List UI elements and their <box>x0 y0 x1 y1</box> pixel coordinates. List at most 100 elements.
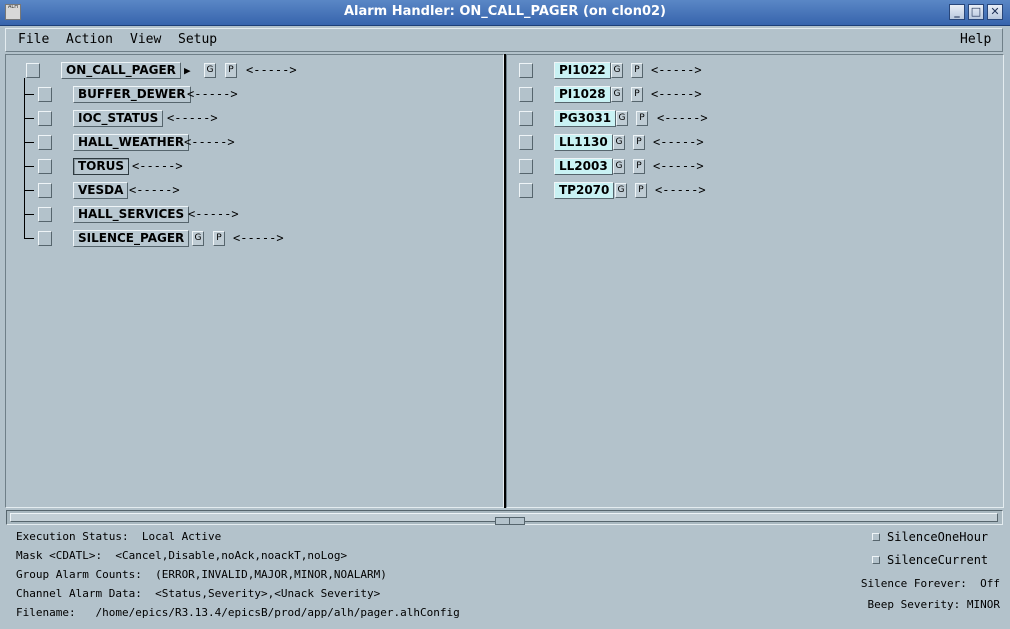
process-button[interactable]: P <box>635 183 647 198</box>
channel-row[interactable]: PI1022 G P <-----> <box>507 62 997 80</box>
menu-action[interactable]: Action <box>66 32 113 47</box>
alarm-status-text: <-----> <box>653 159 704 173</box>
ack-button[interactable] <box>38 183 52 198</box>
guidance-button[interactable]: G <box>611 63 623 78</box>
channel-name-button[interactable]: PG3031 <box>554 110 617 127</box>
group-name-button[interactable]: HALL_WEATHER <box>73 134 190 151</box>
alarm-status-text: <-----> <box>655 183 706 197</box>
group-name-button-selected[interactable]: TORUS <box>73 158 130 175</box>
channel-row[interactable]: TP2070 G P <-----> <box>507 182 997 200</box>
alarm-status-text: <-----> <box>129 183 180 197</box>
window-title: Alarm Handler: ON_CALL_PAGER (on clon02) <box>343 4 666 19</box>
process-button[interactable]: P <box>631 87 643 102</box>
process-button[interactable]: P <box>633 135 645 150</box>
process-button[interactable]: P <box>636 111 648 126</box>
alarm-status-text: <-----> <box>132 159 183 173</box>
silence-current-toggle[interactable]: SilenceCurrent <box>872 553 1002 569</box>
alarm-status-text: <-----> <box>233 231 284 245</box>
ack-button[interactable] <box>38 111 52 126</box>
group-name-button[interactable]: ON_CALL_PAGER <box>61 62 181 79</box>
ack-button[interactable] <box>38 207 52 222</box>
silence-one-hour-label: SilenceOneHour <box>887 530 989 544</box>
channel-row[interactable]: PI1028 G P <-----> <box>507 86 997 104</box>
group-row[interactable]: BUFFER_DEWER <-----> <box>6 86 496 104</box>
alarm-status-text: <-----> <box>187 87 238 101</box>
guidance-button[interactable]: G <box>611 87 623 102</box>
guidance-button[interactable]: G <box>613 159 625 174</box>
checkbox[interactable] <box>872 556 880 564</box>
channel-pane[interactable]: PI1022 G P <-----> PI1028 G P <-----> PG… <box>506 54 1004 508</box>
silence-one-hour-toggle[interactable]: SilenceOneHour <box>872 530 1002 546</box>
silence-forever-status: Silence Forever: Off <box>860 577 1000 590</box>
process-button[interactable]: P <box>631 63 643 78</box>
channel-row[interactable]: PG3031 G P <-----> <box>507 110 997 128</box>
alarm-status-text: <-----> <box>184 135 235 149</box>
group-name-button[interactable]: VESDA <box>73 182 129 199</box>
group-name-button[interactable]: SILENCE_PAGER <box>73 230 190 247</box>
mask-legend: Mask <CDATL>: <Cancel,Disable,noAck,noac… <box>16 549 348 562</box>
menu-setup[interactable]: Setup <box>178 32 217 47</box>
ack-button[interactable] <box>38 159 52 174</box>
ack-button[interactable] <box>38 231 52 246</box>
ack-button[interactable] <box>519 183 533 198</box>
beep-severity-status: Beep Severity: MINOR <box>867 598 1000 611</box>
ack-button[interactable] <box>519 135 533 150</box>
channel-name-button[interactable]: TP2070 <box>554 182 615 199</box>
menu-view[interactable]: View <box>130 32 161 47</box>
scrollbar-track[interactable] <box>10 513 998 525</box>
guidance-button[interactable]: G <box>192 231 204 246</box>
ack-button[interactable] <box>38 135 52 150</box>
process-button[interactable]: P <box>213 231 225 246</box>
close-button[interactable]: ✕ <box>987 4 1003 20</box>
group-tree-pane[interactable]: ON_CALL_PAGER ▶ G P <-----> BUFFER_DEWER… <box>5 54 504 508</box>
alarm-status-text: <-----> <box>188 207 239 221</box>
title-bar[interactable]: ALH Alarm Handler: ON_CALL_PAGER (on clo… <box>0 0 1010 26</box>
ack-button[interactable] <box>519 87 533 102</box>
execution-status: Execution Status: Local Active <box>16 530 222 543</box>
horizontal-scrollbar[interactable] <box>6 510 1003 525</box>
config-filename: Filename: /home/epics/R3.13.4/epicsB/pro… <box>16 606 460 619</box>
group-row[interactable]: VESDA <-----> <box>6 182 496 200</box>
group-name-button[interactable]: HALL_SERVICES <box>73 206 190 223</box>
ack-button[interactable] <box>38 87 52 102</box>
ack-button[interactable] <box>519 111 533 126</box>
ack-button[interactable] <box>519 63 533 78</box>
checkbox[interactable] <box>872 533 880 541</box>
process-button[interactable]: P <box>633 159 645 174</box>
menu-bar: File Action View Setup Help <box>5 28 1003 52</box>
group-row[interactable]: HALL_SERVICES <-----> <box>6 206 496 224</box>
menu-file[interactable]: File <box>18 32 49 47</box>
silence-current-label: SilenceCurrent <box>887 553 989 567</box>
guidance-button[interactable]: G <box>615 183 627 198</box>
process-button[interactable]: P <box>225 63 237 78</box>
menu-help[interactable]: Help <box>960 32 991 47</box>
group-row[interactable]: HALL_WEATHER <-----> <box>6 134 496 152</box>
channel-name-button[interactable]: LL2003 <box>554 158 613 175</box>
group-name-button[interactable]: BUFFER_DEWER <box>73 86 191 103</box>
group-row-root[interactable]: ON_CALL_PAGER ▶ G P <-----> <box>6 62 496 80</box>
channel-name-button[interactable]: PI1022 <box>554 62 611 79</box>
channel-name-button[interactable]: PI1028 <box>554 86 611 103</box>
group-row[interactable]: IOC_STATUS <-----> <box>6 110 496 128</box>
ack-button[interactable] <box>26 63 40 78</box>
guidance-button[interactable]: G <box>613 135 625 150</box>
channel-name-button[interactable]: LL1130 <box>554 134 613 151</box>
alarm-status-text: <-----> <box>167 111 218 125</box>
alarm-status-text: <-----> <box>657 111 708 125</box>
expand-arrow-icon[interactable]: ▶ <box>184 63 191 79</box>
guidance-button[interactable]: G <box>616 111 628 126</box>
channel-alarm-data-legend: Channel Alarm Data: <Status,Severity>,<U… <box>16 587 381 600</box>
group-row[interactable]: TORUS <-----> <box>6 158 496 176</box>
ack-button[interactable] <box>519 159 533 174</box>
maximize-button[interactable]: □ <box>968 4 984 20</box>
alarm-status-text: <-----> <box>246 63 297 77</box>
guidance-button[interactable]: G <box>204 63 216 78</box>
group-name-button[interactable]: IOC_STATUS <box>73 110 164 127</box>
minimize-button[interactable]: _ <box>949 4 965 20</box>
alarm-status-text: <-----> <box>653 135 704 149</box>
group-row[interactable]: SILENCE_PAGER G P <-----> <box>6 230 496 248</box>
scrollbar-thumb[interactable] <box>495 517 525 525</box>
alarm-status-text: <-----> <box>651 87 702 101</box>
channel-row[interactable]: LL1130 G P <-----> <box>507 134 997 152</box>
channel-row[interactable]: LL2003 G P <-----> <box>507 158 997 176</box>
